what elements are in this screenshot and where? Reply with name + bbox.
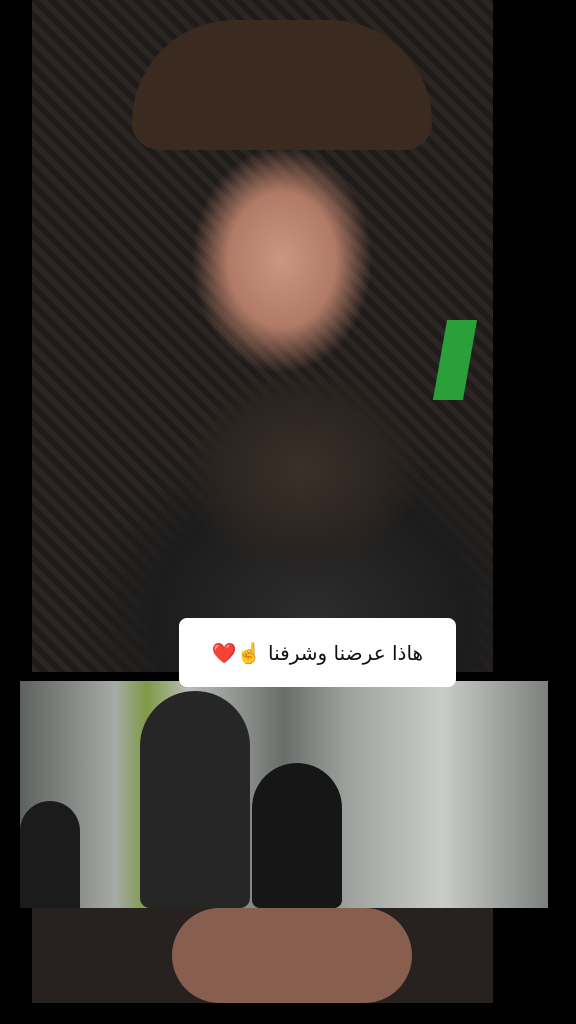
hand-closeup (172, 908, 412, 1003)
caption-bubble: هاذا عرضنا وشرفنا ☝️❤️ (179, 618, 456, 687)
veiled-figure (252, 763, 342, 908)
green-background-object (432, 320, 478, 400)
top-video-frame (32, 0, 493, 672)
bottom-video-frame (32, 908, 493, 1003)
video-subject-hair (132, 20, 432, 150)
caption-text: هاذا عرضنا وشرفنا ☝️❤️ (211, 640, 424, 665)
hooded-figure (140, 691, 250, 908)
left-figure (20, 801, 80, 908)
middle-video-frame (20, 681, 548, 908)
